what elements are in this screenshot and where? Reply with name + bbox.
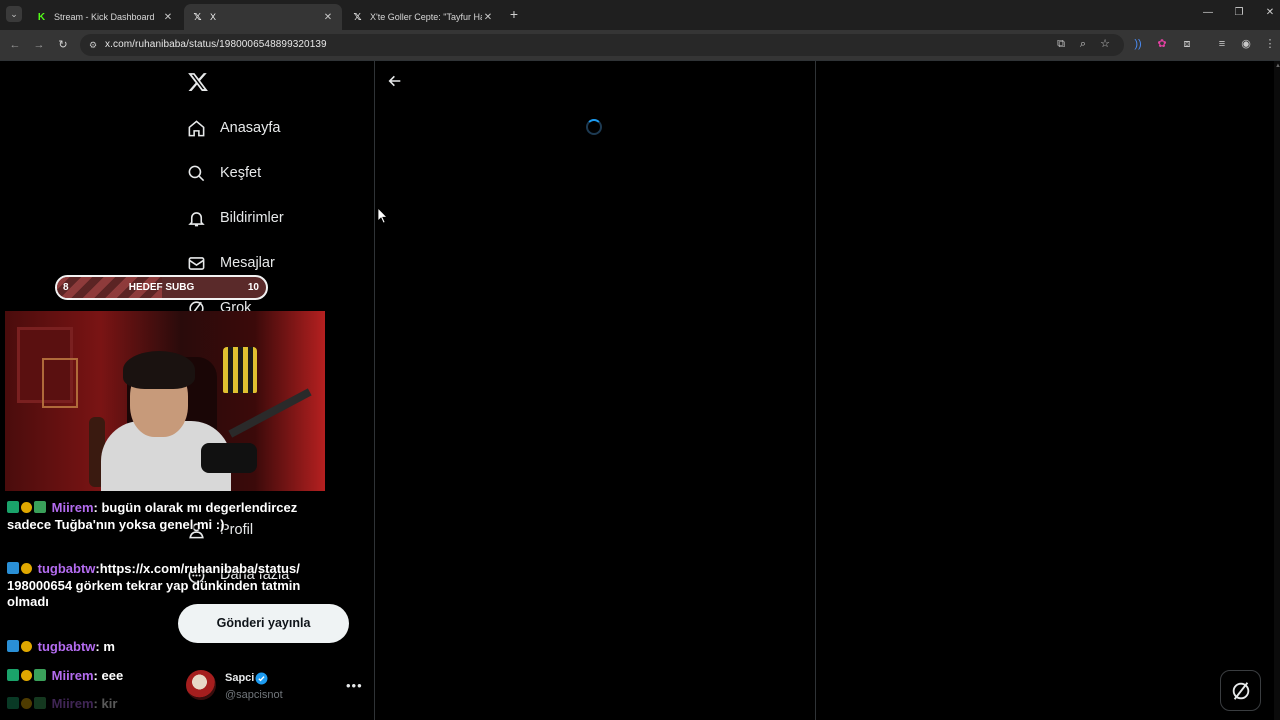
extension-pink-icon[interactable]: ✿	[1155, 36, 1169, 52]
page-scrollbar[interactable]	[1274, 61, 1280, 720]
og-badge-icon	[21, 502, 32, 513]
og-badge-icon	[21, 698, 32, 709]
subscriber-badge-icon	[7, 640, 19, 652]
bell-icon	[186, 208, 206, 228]
chat-text: bugün olarak mı degerlendircez sadece Tu…	[7, 500, 298, 532]
streamer-hair	[123, 351, 195, 389]
chat-message: Miirem: bugün olarak mı degerlendircez s…	[7, 500, 307, 533]
chat-text: m	[103, 639, 115, 654]
mail-icon	[186, 253, 206, 273]
chat-message: Miirem: eee	[7, 668, 307, 685]
chat-username: tugbabtw	[37, 639, 96, 654]
tab-title: X'te Goller Cepte: "Tayfur Harik	[370, 12, 482, 22]
reload-icon[interactable]: ↻	[55, 37, 71, 53]
minimize-window-icon[interactable]: —	[1201, 7, 1215, 18]
new-tab-button[interactable]: +	[507, 6, 521, 22]
loading-spinner-icon	[586, 119, 602, 135]
og-badge-icon	[21, 563, 32, 574]
home-icon	[186, 118, 206, 138]
toolbar-divider	[0, 60, 1280, 61]
goal-label: HEDEF SUBG	[128, 282, 195, 293]
microphone	[201, 443, 257, 473]
x-favicon-icon: 𝕏	[353, 11, 362, 23]
goal-target: 10	[247, 282, 259, 293]
nav-label: Mesajlar	[220, 255, 275, 271]
tab-kick-dashboard[interactable]: K Stream - Kick Dashboard ✕	[28, 4, 182, 30]
nav-notifications[interactable]: Bildirimler	[186, 203, 284, 233]
og-badge-icon	[21, 641, 32, 652]
column-divider	[374, 61, 375, 720]
install-app-icon[interactable]: ⧉	[1054, 36, 1068, 52]
x-logo-icon[interactable]	[187, 71, 209, 93]
chat-message: Miirem: kir	[7, 696, 307, 713]
tab-x-goller-cepte[interactable]: 𝕏 X'te Goller Cepte: "Tayfur Harik ✕	[344, 4, 502, 30]
kick-favicon-icon: K	[37, 11, 46, 23]
restore-window-icon[interactable]: ❐	[1232, 7, 1246, 18]
site-info-icon[interactable]: ⚙	[87, 39, 99, 51]
subscriber-badge-icon	[7, 562, 19, 574]
nav-home[interactable]: Anasayfa	[186, 113, 280, 143]
subscriber-badge-icon	[7, 697, 19, 709]
media-control-icon[interactable]: ≡	[1215, 36, 1229, 52]
chat-text: kir	[101, 696, 118, 711]
tab-close-icon[interactable]: ✕	[322, 12, 334, 23]
nav-label: Keşfet	[220, 165, 262, 181]
nav-messages[interactable]: Mesajlar	[186, 248, 275, 278]
chat-username: Miirem	[51, 696, 94, 711]
chat-text: eee	[101, 668, 124, 683]
tab-x[interactable]: 𝕏 X ✕	[184, 4, 342, 30]
tab-close-icon[interactable]: ✕	[482, 12, 494, 23]
webcam-feed	[5, 311, 325, 491]
wall-jersey	[223, 347, 257, 393]
more-dots-icon[interactable]: •••	[346, 678, 363, 693]
url-text[interactable]: x.com/ruhanibaba/status/1980006548899320…	[105, 39, 327, 50]
back-nav-icon[interactable]: ←	[7, 37, 23, 53]
wall-rug	[17, 327, 78, 408]
back-arrow-icon[interactable]	[387, 73, 403, 89]
extension-audio-icon[interactable]: ))	[1131, 36, 1145, 52]
gifter-badge-icon	[34, 501, 46, 513]
nav-label: Bildirimler	[220, 210, 284, 226]
column-divider	[815, 61, 816, 720]
subscriber-badge-icon	[7, 669, 19, 681]
close-window-icon[interactable]: ✕	[1263, 7, 1277, 18]
chat-username: tugbabtw	[37, 561, 96, 576]
nav-label: Anasayfa	[220, 120, 281, 136]
mouse-cursor-icon	[378, 208, 388, 224]
browser-menu-icon[interactable]: ⋮	[1263, 36, 1277, 52]
tab-title: Stream - Kick Dashboard	[54, 12, 155, 22]
subscriber-badge-icon	[7, 501, 19, 513]
zoom-icon[interactable]: ⌕	[1076, 36, 1090, 52]
profile-icon[interactable]: ◉	[1239, 36, 1253, 52]
scroll-up-arrow-icon[interactable]: ▲	[1275, 63, 1280, 69]
tab-search-button[interactable]: ⌄	[6, 6, 22, 22]
chat-message: tugbabtw: m	[7, 639, 307, 656]
grok-button[interactable]	[1220, 670, 1261, 711]
grok-icon	[1232, 681, 1249, 700]
forward-nav-icon[interactable]: →	[31, 37, 47, 53]
chat-username: Miirem	[51, 668, 94, 683]
x-favicon-icon: 𝕏	[193, 11, 202, 23]
address-bar[interactable]: ⚙ x.com/ruhanibaba/status/19800065488993…	[80, 34, 1124, 56]
chat-username: Miirem	[51, 500, 94, 515]
chat-message: tugbabtw:https://x.com/ruhanibaba/status…	[7, 561, 307, 611]
extensions-puzzle-icon[interactable]: ⧈	[1180, 36, 1194, 52]
gifter-badge-icon	[34, 697, 46, 709]
gifter-badge-icon	[34, 669, 46, 681]
browser-tab-strip: ⌄ K Stream - Kick Dashboard ✕ 𝕏 X ✕ 𝕏 X'…	[0, 0, 1280, 30]
tab-close-icon[interactable]: ✕	[162, 12, 174, 23]
search-icon	[186, 163, 206, 183]
tab-title: X	[210, 12, 217, 22]
bookmark-star-icon[interactable]: ☆	[1098, 36, 1112, 52]
nav-explore[interactable]: Keşfet	[186, 158, 261, 188]
og-badge-icon	[21, 670, 32, 681]
sub-goal-bar: 8 HEDEF SUBG 10	[55, 275, 268, 300]
